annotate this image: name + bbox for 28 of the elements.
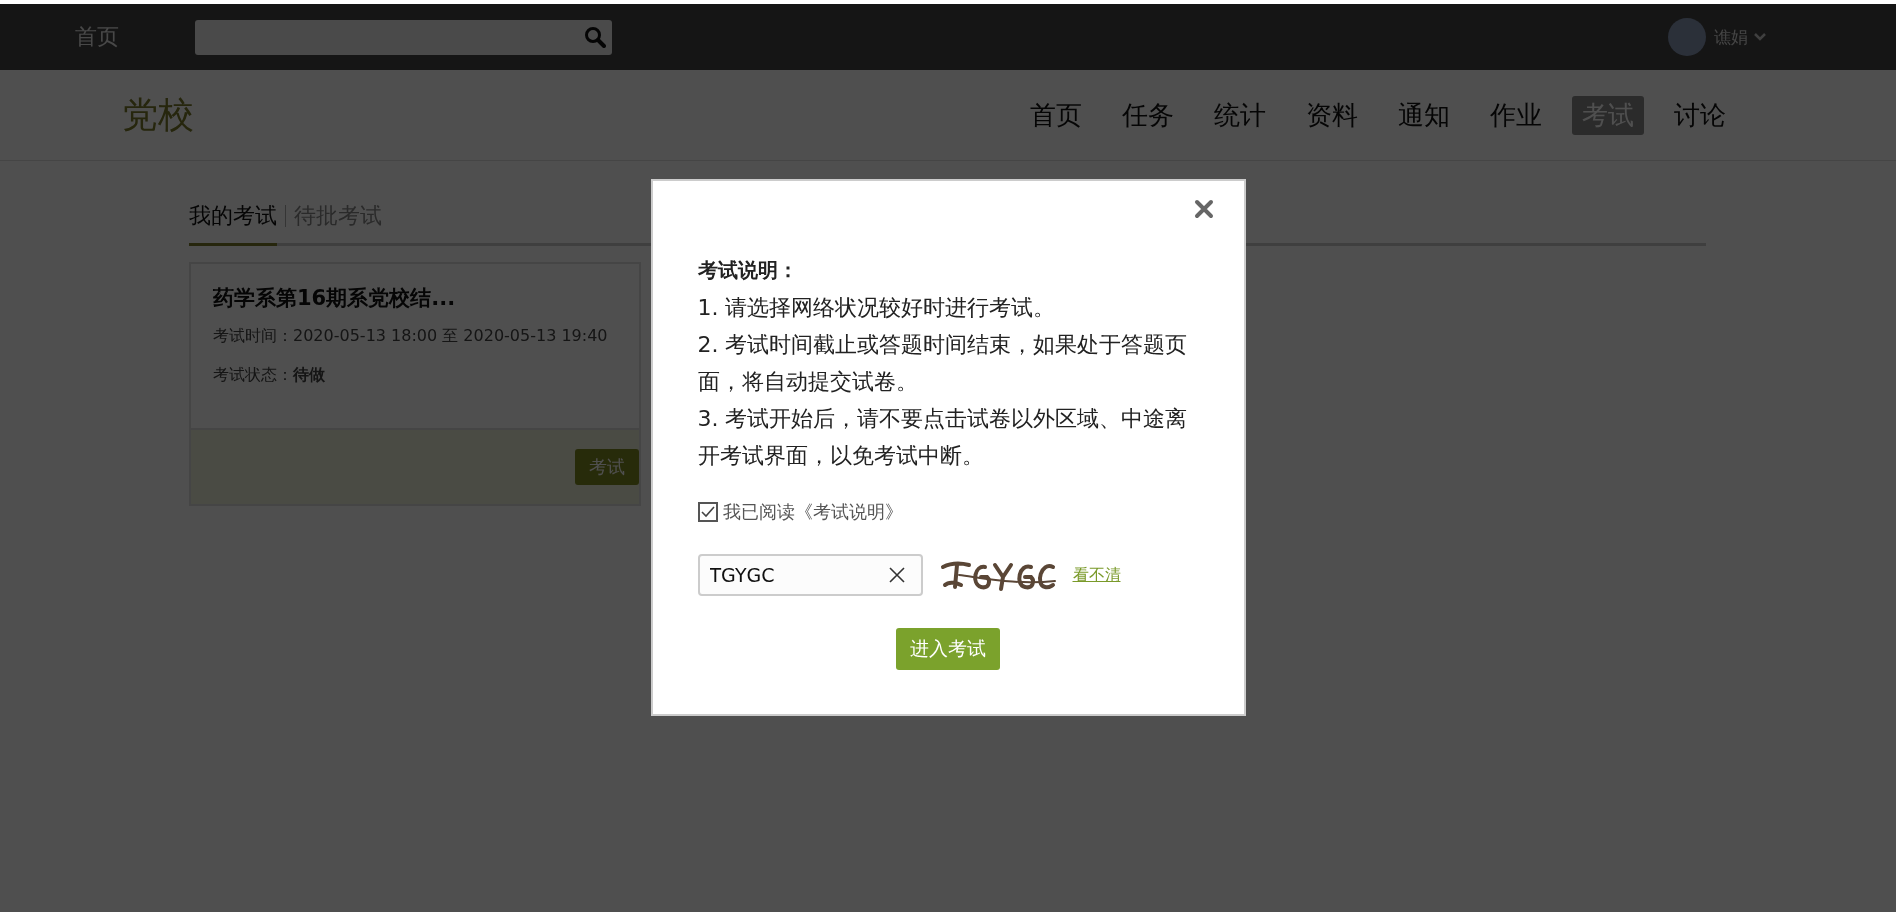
instruction-text: 2. 考试时间截止或答题时间结束，如果处于答题页面，将自动提交试卷。	[697, 331, 1189, 396]
exam-button[interactable]: 考试	[575, 449, 639, 485]
clear-icon[interactable]	[888, 567, 905, 583]
nav-link[interactable]: 作业	[1480, 95, 1552, 135]
close-icon[interactable]	[1193, 199, 1214, 219]
dialog-heading: 考试说明：	[697, 257, 799, 284]
instruction-text: 1. 请选择网络状况较好时进行考试。	[697, 294, 1057, 322]
nav-link[interactable]: 首页	[1020, 95, 1092, 135]
site-title: 党校	[122, 92, 194, 137]
enter-exam-button[interactable]: 进入考试	[896, 628, 1000, 670]
exam-status: 考试状态：待做	[213, 365, 326, 386]
avatar[interactable]	[1668, 18, 1706, 56]
search-icon[interactable]	[584, 25, 606, 48]
captcha-input[interactable]: TGYGC	[697, 554, 923, 596]
caret-icon[interactable]	[1754, 33, 1766, 41]
nav-link[interactable]: 资料	[1296, 95, 1368, 135]
exam-time: 考试时间：2020-05-13 18:00 至 2020-05-13 19:40	[213, 326, 609, 347]
exam-title: 药学系第16期系党校结...	[213, 285, 457, 312]
checkbox[interactable]	[697, 502, 718, 522]
nav-link[interactable]: 统计	[1204, 95, 1276, 135]
nav-link[interactable]: 通知	[1388, 95, 1460, 135]
checkbox-label[interactable]: 我已阅读《考试说明》	[722, 500, 903, 524]
nav-link[interactable]: 任务	[1112, 95, 1184, 135]
search-field[interactable]	[195, 19, 612, 55]
nav-link[interactable]: 讨论	[1664, 95, 1736, 135]
instruction-text: 3. 考试开始后，请不要点击试卷以外区域、中途离开考试界面，以免考试中断。	[697, 405, 1189, 470]
refresh-captcha-link[interactable]: 看不清	[1072, 564, 1121, 586]
tab[interactable]: 我的考试	[189, 201, 277, 246]
